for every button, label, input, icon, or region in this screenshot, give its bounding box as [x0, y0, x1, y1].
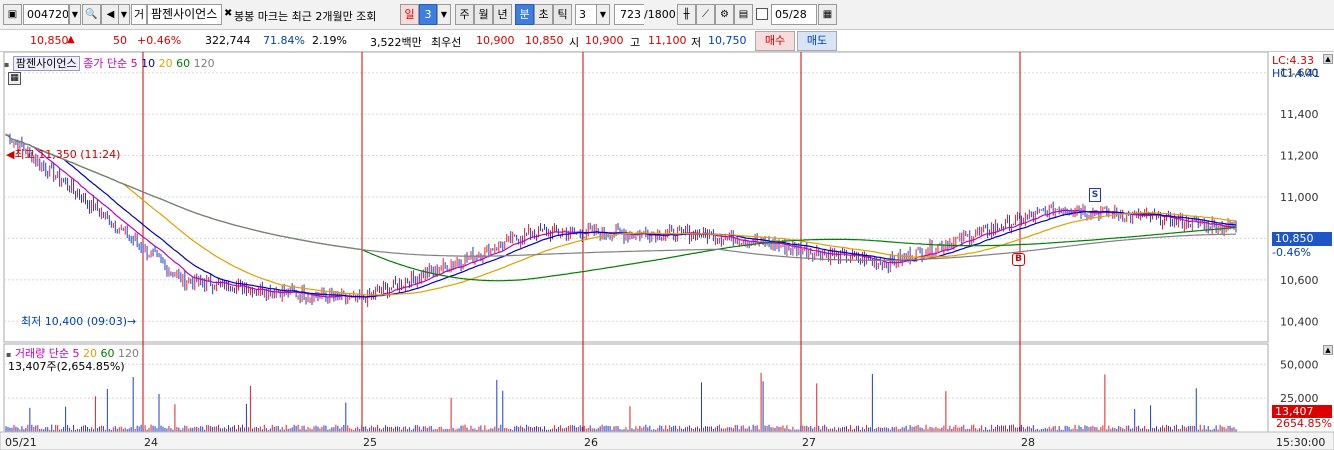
- turnover-percent: 71.84%: [263, 34, 305, 47]
- price-tick-label: 11,200: [1280, 150, 1319, 163]
- count-input[interactable]: 723: [614, 4, 644, 25]
- time-axis-label: 28: [1021, 436, 1035, 449]
- search-icon[interactable]: 🔍: [82, 4, 101, 25]
- buy-button[interactable]: 매수: [755, 31, 795, 51]
- candle-type-icon[interactable]: ╫: [677, 4, 696, 25]
- open-label: 시: [569, 36, 580, 49]
- period-tick-button[interactable]: 틱: [553, 4, 572, 25]
- interval-value-dropdown-icon[interactable]: ▼: [596, 4, 610, 25]
- high-price: 11,100: [648, 34, 687, 47]
- panel-menu-icon[interactable]: ▪: [4, 60, 9, 69]
- time-axis: 05/21 24 25 26 27 28 15:30:00: [0, 431, 1334, 450]
- high-annotation: ◀최고 11,350 (11:24): [6, 146, 120, 162]
- calendar-icon[interactable]: ▦: [818, 4, 837, 25]
- price-tick-label: 10,600: [1280, 274, 1319, 287]
- notice-text: 봉봉 마크는 최근 2개월만 조회: [234, 10, 377, 23]
- volume-tick-label: 25,000: [1280, 392, 1319, 405]
- sell-button[interactable]: 매도: [797, 31, 837, 51]
- code-dropdown-icon[interactable]: ▼: [69, 4, 81, 25]
- ma60-label: 60: [176, 57, 191, 70]
- period-day-button[interactable]: 일: [400, 4, 419, 25]
- sound-dropdown-icon[interactable]: ▼: [118, 4, 130, 25]
- low-arrow-icon: →: [127, 315, 137, 328]
- bid-price: 10,850: [525, 34, 564, 47]
- price-panel-collapse-icon[interactable]: ▲: [1323, 54, 1333, 64]
- hc-label: HC:-4.41: [1272, 67, 1321, 80]
- period-week-button[interactable]: 주: [455, 4, 474, 25]
- table-view-icon[interactable]: ▦: [8, 72, 21, 85]
- interval-dropdown-icon[interactable]: ▼: [437, 4, 451, 25]
- ask-price: 10,900: [476, 34, 515, 47]
- price-tick-label: 11,000: [1280, 191, 1319, 204]
- open-price: 10,900: [585, 34, 624, 47]
- ma20-label: 20: [158, 57, 173, 70]
- draw-line-icon[interactable]: ⟋: [696, 4, 715, 25]
- time-axis-clock: 15:30:00: [1276, 436, 1325, 449]
- current-price: 10,850: [30, 34, 69, 47]
- volume: 322,744: [205, 34, 251, 47]
- chart-area[interactable]: 11,60011,40011,20011,00010,80010,60010,4…: [0, 52, 1334, 450]
- stock-name-field[interactable]: 팜젠사이언스: [147, 4, 222, 25]
- low-label: 저: [691, 36, 702, 49]
- current-volume-pct: 2654.85%: [1276, 417, 1332, 430]
- count-max: /1800: [644, 8, 676, 21]
- window-menu-icon[interactable]: ▣: [3, 4, 22, 25]
- volume-tick-label: 50,000: [1280, 358, 1319, 371]
- settings-icon[interactable]: ⚙: [715, 4, 734, 25]
- current-pct-tag: -0.46%: [1272, 246, 1311, 259]
- up-arrow-icon: ▲: [67, 34, 75, 45]
- interval-value-input[interactable]: 3: [575, 4, 597, 25]
- stock-label[interactable]: 팜젠사이언스: [12, 56, 80, 71]
- low-annotation: 최저 10,400 (09:03)→: [21, 313, 136, 329]
- current-price-tag: 10,850: [1272, 232, 1332, 246]
- lc-label: LC:4.33: [1272, 54, 1315, 67]
- date-checkbox[interactable]: [756, 8, 768, 20]
- period-second-button[interactable]: 초: [534, 4, 553, 25]
- save-icon[interactable]: ▤: [734, 4, 753, 25]
- ma120-label: 120: [193, 57, 215, 70]
- high-annotation-text: 최고 11,350 (11:24): [14, 148, 121, 161]
- stock-code-input[interactable]: 004720: [23, 4, 69, 25]
- toolbar: ▣ 004720 ▼ 🔍 ◀ ▼ 거 팜젠사이언스 ✖ 봉봉 마크는 최근 2개…: [0, 0, 1334, 30]
- market-prefix: 거: [131, 4, 147, 25]
- time-axis-label: 24: [144, 436, 158, 449]
- volume-panel-frame: [3, 343, 1269, 433]
- price-change: 50: [113, 34, 127, 47]
- trade-amount: 3,522백만: [370, 36, 422, 49]
- ma5-label: 5: [130, 57, 138, 70]
- high-label: 고: [630, 36, 641, 49]
- ratio-percent: 2.19%: [312, 34, 347, 47]
- period-month-button[interactable]: 월: [474, 4, 493, 25]
- ma-title: 종가 단순: [83, 57, 128, 70]
- time-axis-label: 26: [584, 436, 598, 449]
- price-tick-label: 10,400: [1280, 315, 1319, 328]
- low-annotation-text: 최저 10,400 (09:03): [21, 315, 128, 328]
- price-tick-label: 11,400: [1280, 108, 1319, 121]
- sell-signal-marker: S: [1089, 188, 1101, 202]
- best-label: 최우선: [431, 36, 462, 49]
- date-input[interactable]: 05/28: [771, 4, 817, 25]
- time-axis-label: 27: [802, 436, 816, 449]
- time-axis-label: 25: [363, 436, 377, 449]
- time-axis-label: 05/21: [5, 436, 37, 449]
- price-legend: ▪ 팜젠사이언스 종가 단순 5 10 20 60 120: [4, 55, 215, 71]
- period-interval-button[interactable]: 3: [419, 4, 437, 25]
- ma10-label: 10: [141, 57, 156, 70]
- period-minute-button[interactable]: 분: [515, 4, 534, 25]
- notice-mark-icon: ✖: [224, 8, 233, 19]
- chart-grid: [3, 52, 1269, 433]
- buy-signal-marker: B: [1012, 253, 1025, 266]
- volume-panel-collapse-icon[interactable]: ▲: [1323, 345, 1333, 355]
- volume-value-line: 13,407주(2,654.85%): [8, 360, 125, 373]
- low-price: 10,750: [708, 34, 747, 47]
- time-axis-band: [0, 431, 1334, 450]
- quote-bar: 10,850 ▲ 50 +0.46% 322,744 71.84% 2.19% …: [0, 30, 1334, 52]
- period-year-button[interactable]: 년: [493, 4, 512, 25]
- change-percent: +0.46%: [137, 34, 182, 47]
